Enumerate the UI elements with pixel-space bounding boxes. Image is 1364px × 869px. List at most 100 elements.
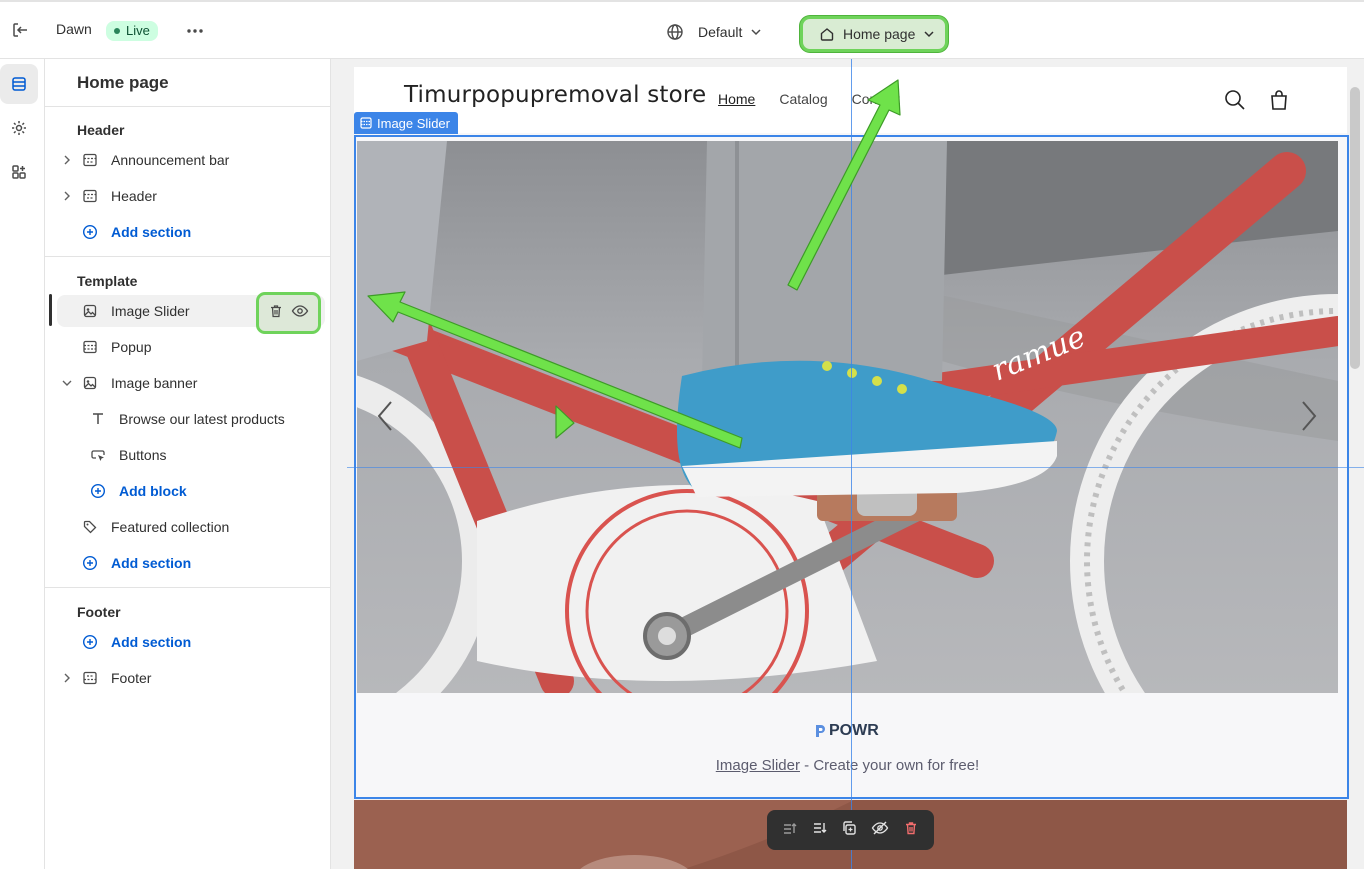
add-section-template-button[interactable]: Add section xyxy=(57,547,325,579)
nav-home-link[interactable]: Home xyxy=(718,91,755,107)
page-selector[interactable]: Home page xyxy=(800,16,948,52)
divider xyxy=(45,587,331,588)
section-layout-icon xyxy=(360,117,372,129)
text-icon xyxy=(85,411,111,427)
sections-sidebar: Home page Header Announcement bar Header… xyxy=(45,59,331,869)
block-item-label: Buttons xyxy=(119,447,167,463)
plus-circle-icon xyxy=(85,483,111,499)
center-guide-line xyxy=(851,59,852,869)
store-name[interactable]: Timurpopupremoval store xyxy=(404,82,706,108)
preview-canvas: Timurpopupremoval store Home Catalog Con… xyxy=(331,59,1364,869)
plus-circle-icon xyxy=(77,555,103,571)
section-item-label: Popup xyxy=(111,339,152,355)
icon-rail xyxy=(0,59,45,869)
section-item-label: Image Slider xyxy=(111,303,190,319)
section-item-announcement-bar[interactable]: Announcement bar xyxy=(57,144,325,176)
block-item-label: Browse our latest products xyxy=(119,411,285,427)
section-item-image-banner[interactable]: Image banner xyxy=(57,367,325,399)
add-section-label: Add section xyxy=(111,634,192,650)
chevron-down-icon xyxy=(924,31,934,38)
powr-logo-text: POWR xyxy=(829,722,879,739)
section-item-footer[interactable]: Footer xyxy=(57,662,325,694)
nav-catalog-link[interactable]: Catalog xyxy=(779,91,827,107)
home-icon xyxy=(820,28,834,41)
section-item-actions xyxy=(256,292,321,334)
add-section-header-button[interactable]: Add section xyxy=(57,216,325,248)
block-item-text[interactable]: Browse our latest products xyxy=(85,403,325,435)
move-up-icon[interactable] xyxy=(782,820,798,841)
add-section-label: Add section xyxy=(111,224,192,240)
image-slider-link[interactable]: Image Slider xyxy=(716,757,800,774)
chevron-right-icon[interactable] xyxy=(57,191,77,201)
section-layout-icon xyxy=(77,152,103,168)
section-item-featured-collection[interactable]: Featured collection xyxy=(57,511,325,543)
chevron-right-icon[interactable] xyxy=(57,155,77,165)
slider-prev-arrow[interactable] xyxy=(375,399,395,438)
page-selector-label: Home page xyxy=(843,26,916,42)
section-item-label: Announcement bar xyxy=(111,152,230,168)
section-item-label: Footer xyxy=(111,670,152,686)
selected-section-tag[interactable]: Image Slider xyxy=(354,112,458,134)
slider-next-arrow[interactable] xyxy=(1299,399,1319,438)
cart-icon[interactable] xyxy=(1268,89,1290,116)
divider xyxy=(45,106,331,107)
live-status-badge: Live xyxy=(106,21,158,41)
block-item-buttons[interactable]: Buttons xyxy=(85,439,325,471)
chevron-right-icon[interactable] xyxy=(57,673,77,683)
section-item-label: Header xyxy=(111,188,157,204)
chevron-down-icon[interactable] xyxy=(57,379,77,387)
search-icon[interactable] xyxy=(1224,89,1246,116)
add-section-label: Add section xyxy=(111,555,192,571)
eye-icon[interactable] xyxy=(291,303,309,324)
move-down-icon[interactable] xyxy=(812,820,828,841)
horizontal-guide-line xyxy=(347,467,1364,468)
button-cursor-icon xyxy=(85,447,111,463)
nav-contact-link[interactable]: Contact xyxy=(852,91,900,107)
group-title-template: Template xyxy=(77,273,138,289)
settings-icon[interactable] xyxy=(0,108,38,148)
sections-icon[interactable] xyxy=(0,64,38,104)
powr-caption: Image Slider - Create your own for free! xyxy=(331,757,1364,774)
sidebar-title: Home page xyxy=(77,73,169,92)
divider xyxy=(45,256,331,257)
globe-icon xyxy=(667,24,683,40)
group-title-footer: Footer xyxy=(77,604,121,620)
add-section-footer-button[interactable]: Add section xyxy=(57,626,325,658)
selection-indicator xyxy=(49,294,52,326)
caption-text: - Create your own for free! xyxy=(799,757,980,774)
tag-icon xyxy=(77,519,103,535)
duplicate-icon[interactable] xyxy=(841,820,857,841)
section-tag-label: Image Slider xyxy=(377,115,450,131)
section-toolbar xyxy=(767,810,934,850)
theme-name: Dawn xyxy=(56,21,92,37)
trash-icon[interactable] xyxy=(903,820,919,841)
section-layout-icon xyxy=(77,188,103,204)
section-item-popup[interactable]: Popup xyxy=(57,331,325,363)
store-nav: Home Catalog Contact xyxy=(718,91,900,107)
app-block-icon xyxy=(77,303,103,319)
section-item-label: Featured collection xyxy=(111,519,230,535)
plus-circle-icon xyxy=(77,224,103,240)
group-title-header: Header xyxy=(77,122,125,138)
section-item-label: Image banner xyxy=(111,375,198,391)
section-item-header[interactable]: Header xyxy=(57,180,325,212)
ellipsis-icon xyxy=(187,29,203,33)
powr-mark-icon xyxy=(816,725,825,737)
eye-off-icon[interactable] xyxy=(871,820,889,841)
preview-scrollbar[interactable] xyxy=(1350,87,1360,369)
image-icon xyxy=(77,375,103,391)
apps-icon[interactable] xyxy=(0,152,38,192)
locale-label: Default xyxy=(698,24,743,40)
plus-circle-icon xyxy=(77,634,103,650)
add-block-button[interactable]: Add block xyxy=(85,475,325,507)
top-bar: Dawn Live Default Home page xyxy=(0,0,1364,59)
more-actions-button[interactable] xyxy=(182,18,208,44)
powr-logo: POWR xyxy=(814,722,879,740)
section-layout-icon xyxy=(77,339,103,355)
chevron-down-icon xyxy=(751,29,761,36)
slider-image: ramue xyxy=(357,141,1338,693)
add-block-label: Add block xyxy=(119,483,187,499)
locale-selector[interactable]: Default xyxy=(666,18,762,46)
trash-icon[interactable] xyxy=(268,303,284,324)
exit-icon[interactable] xyxy=(8,18,32,42)
